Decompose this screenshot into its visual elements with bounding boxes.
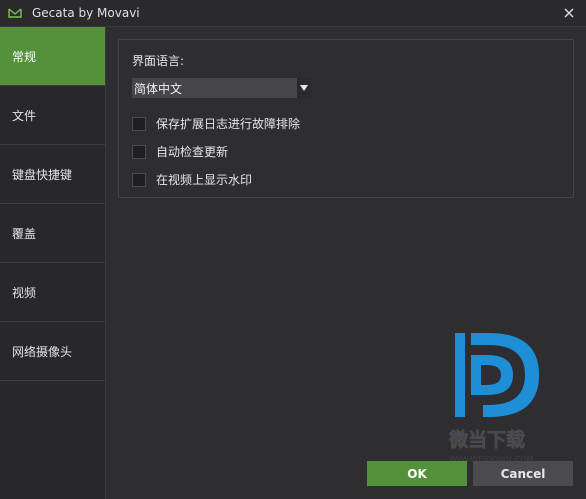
sidebar-item-label: 文件 (12, 108, 37, 123)
settings-sidebar: 常规 文件 键盘快捷键 覆盖 视频 网络摄像头 (0, 27, 106, 499)
sidebar-item-label: 常规 (12, 49, 37, 64)
sidebar-item-video[interactable]: 视频 (0, 263, 105, 322)
watermark-text: 微当下载 (449, 428, 525, 451)
general-settings-panel: 界面语言: 简体中文 保存扩展日志进行故障排除 自动检查更新 在视频上显示水印 (118, 39, 574, 198)
watermark-label: 在视频上显示水印 (156, 173, 253, 187)
weidown-logo-icon (455, 333, 539, 417)
option-watermark[interactable]: 在视频上显示水印 (132, 171, 252, 188)
watermark-checkbox[interactable] (132, 172, 146, 187)
sidebar-item-label: 覆盖 (12, 226, 37, 241)
sidebar-item-hotkeys[interactable]: 键盘快捷键 (0, 145, 105, 204)
weidown-watermark: 微当下载 WWW.WEIDOWN.COM (449, 333, 539, 464)
auto-update-checkbox[interactable] (132, 144, 146, 159)
gecata-logo-icon (8, 5, 24, 21)
title-bar: Gecata by Movavi (0, 0, 586, 27)
close-icon[interactable] (560, 4, 578, 22)
ok-button[interactable]: OK (367, 461, 467, 486)
window-title: Gecata by Movavi (32, 6, 140, 20)
sidebar-item-general[interactable]: 常规 (0, 27, 105, 86)
auto-update-label: 自动检查更新 (156, 145, 229, 159)
dropdown-arrow-icon[interactable] (297, 78, 311, 98)
option-extended-log[interactable]: 保存扩展日志进行故障排除 (132, 115, 300, 132)
sidebar-item-files[interactable]: 文件 (0, 86, 105, 145)
extended-log-label: 保存扩展日志进行故障排除 (156, 117, 301, 131)
sidebar-item-label: 网络摄像头 (12, 344, 73, 359)
extended-log-checkbox[interactable] (132, 116, 146, 131)
sidebar-item-webcam[interactable]: 网络摄像头 (0, 322, 105, 381)
language-select-value: 简体中文 (134, 81, 183, 96)
sidebar-item-overlay[interactable]: 覆盖 (0, 204, 105, 263)
language-label: 界面语言: (132, 54, 185, 68)
cancel-button[interactable]: Cancel (473, 461, 573, 486)
sidebar-item-label: 视频 (12, 285, 37, 300)
language-select[interactable]: 简体中文 (132, 78, 311, 98)
option-auto-update[interactable]: 自动检查更新 (132, 143, 228, 160)
sidebar-item-label: 键盘快捷键 (12, 167, 73, 182)
settings-content: 界面语言: 简体中文 保存扩展日志进行故障排除 自动检查更新 在视频上显示水印 … (106, 27, 586, 499)
